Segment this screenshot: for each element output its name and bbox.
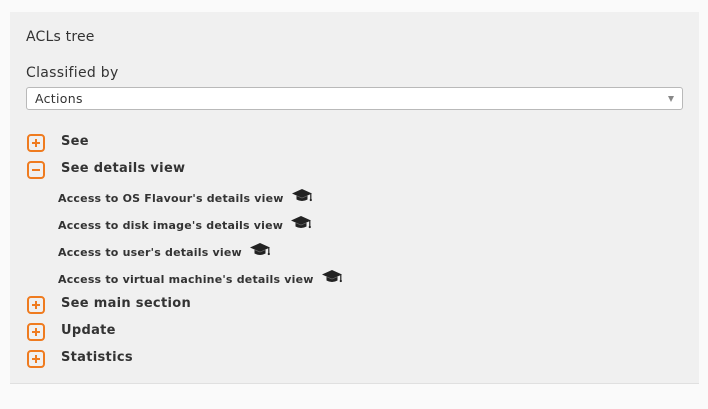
- tree-node-see-details-view: See details view: [27, 158, 687, 185]
- acl-tree: See See details view Access to OS Flavou…: [27, 131, 687, 374]
- classified-by-label: Classified by: [26, 65, 119, 81]
- tree-node-see-main-section: See main section: [27, 293, 687, 320]
- plus-square-icon[interactable]: [27, 322, 45, 341]
- tree-leaf-label: Access to virtual machine's details view: [58, 273, 314, 286]
- tree-node-label: See: [61, 134, 89, 149]
- classified-by-select[interactable]: Actions: [26, 87, 683, 110]
- tree-node-see-toggle[interactable]: See: [27, 133, 89, 152]
- tree-node-statistics-toggle[interactable]: Statistics: [27, 349, 133, 368]
- tree-node-label: Statistics: [61, 350, 133, 365]
- tree-node-see-main-section-toggle[interactable]: See main section: [27, 295, 191, 314]
- tree-leaf: Access to OS Flavour's details view: [58, 185, 687, 212]
- tree-leaf-label: Access to OS Flavour's details view: [58, 192, 284, 205]
- graduation-cap-icon: [291, 189, 312, 202]
- graduation-cap-icon: [249, 243, 270, 256]
- graduation-cap-icon: [321, 270, 342, 283]
- tree-node-see: See: [27, 131, 687, 158]
- tree-leaf-label: Access to user's details view: [58, 246, 242, 259]
- tree-node-label: See main section: [61, 296, 191, 311]
- plus-square-icon[interactable]: [27, 349, 45, 368]
- tree-node-label: See details view: [61, 161, 186, 176]
- tree-node-update: Update: [27, 320, 687, 347]
- tree-leaf: Access to disk image's details view: [58, 212, 687, 239]
- acls-tree-panel: ACLs tree Classified by Actions See See …: [10, 12, 699, 384]
- chevron-down-icon: [668, 96, 674, 102]
- tree-leaf-label: Access to disk image's details view: [58, 219, 284, 232]
- tree-leaf: Access to virtual machine's details view: [58, 266, 687, 293]
- plus-square-icon[interactable]: [27, 295, 45, 314]
- panel-title: ACLs tree: [26, 29, 95, 45]
- select-value: Actions: [35, 91, 83, 106]
- tree-node-see-details-view-toggle[interactable]: See details view: [27, 160, 185, 179]
- plus-square-icon[interactable]: [27, 133, 45, 152]
- minus-square-icon[interactable]: [27, 160, 45, 179]
- tree-node-update-toggle[interactable]: Update: [27, 322, 116, 341]
- tree-node-see-details-view-children: Access to OS Flavour's details view Acce…: [58, 185, 687, 293]
- tree-node-label: Update: [61, 323, 116, 338]
- tree-leaf: Access to user's details view: [58, 239, 687, 266]
- graduation-cap-icon: [291, 216, 312, 229]
- tree-node-statistics: Statistics: [27, 347, 687, 374]
